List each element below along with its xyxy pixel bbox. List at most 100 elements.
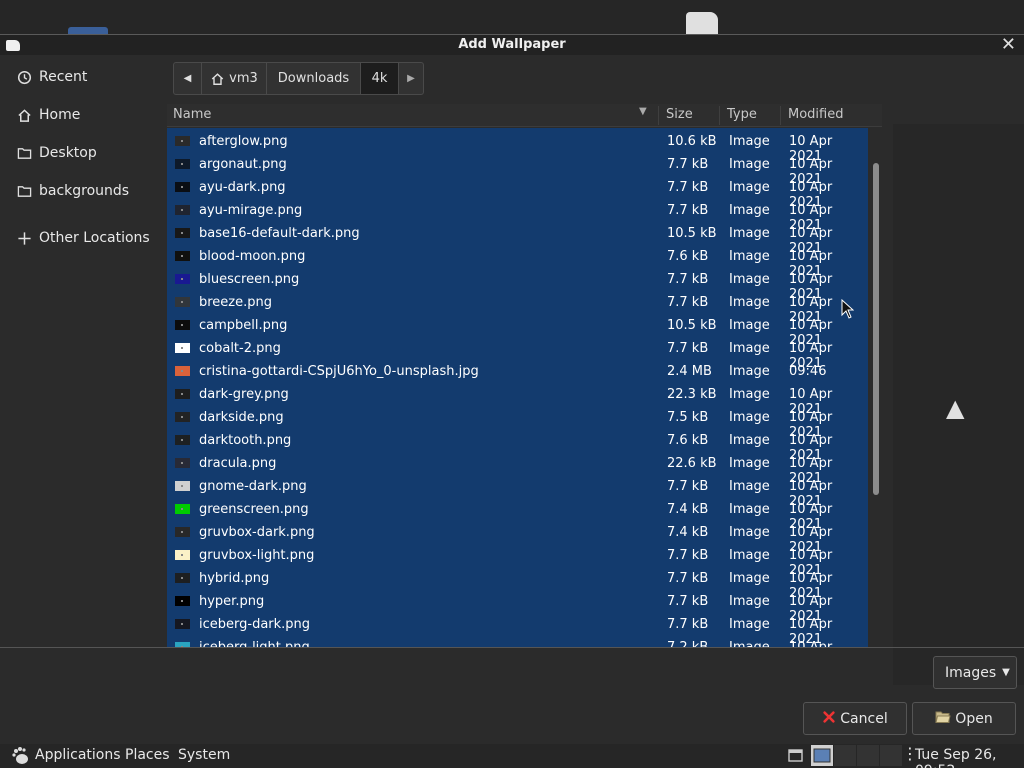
file-name: breeze.png	[199, 295, 273, 310]
path-back-button[interactable]: ◀	[174, 63, 202, 94]
image-thumbnail-icon	[175, 550, 190, 560]
sidebar-item-label: Other Locations	[39, 230, 150, 246]
file-size: 7.7 kB	[667, 157, 709, 172]
sidebar-item-recent[interactable]: Recent	[0, 62, 166, 92]
table-row[interactable]: bluescreen.png 7.7 kB Image 10 Apr 2021	[167, 268, 868, 302]
file-type: Image	[729, 134, 770, 149]
image-thumbnail-icon	[175, 228, 190, 238]
path-segment-home[interactable]: vm3	[202, 63, 267, 94]
image-thumbnail-icon	[175, 297, 190, 307]
path-segment-downloads[interactable]: Downloads	[267, 63, 361, 94]
file-size: 10.6 kB	[667, 134, 717, 149]
image-thumbnail-icon	[175, 136, 190, 146]
file-type: Image	[729, 571, 770, 586]
path-segment-4k[interactable]: 4k	[361, 63, 399, 94]
file-type: Image	[729, 479, 770, 494]
window-list-icon[interactable]	[788, 749, 803, 766]
table-row[interactable]: gruvbox-light.png 7.7 kB Image 10 Apr 2021	[167, 544, 868, 578]
clock[interactable]: Tue Sep 26, 09:52	[915, 747, 1024, 768]
system-menu[interactable]: System	[178, 747, 230, 763]
file-name: hyper.png	[199, 594, 265, 609]
table-row[interactable]: dracula.png 22.6 kB Image 10 Apr 2021	[167, 452, 868, 486]
open-button[interactable]: Open	[912, 702, 1016, 735]
file-type: Image	[729, 456, 770, 471]
image-thumbnail-icon	[175, 619, 190, 629]
file-size: 10.5 kB	[667, 318, 717, 333]
sidebar-item-other-locations[interactable]: Other Locations	[0, 223, 166, 253]
column-header-name[interactable]: Name	[173, 107, 211, 122]
workspace-2[interactable]	[834, 745, 856, 766]
applications-menu[interactable]: Applications	[35, 747, 121, 763]
file-list[interactable]: afterglow.png 10.6 kB Image 10 Apr 2021 argo…	[167, 128, 868, 648]
sidebar-item-backgrounds[interactable]: backgrounds	[0, 176, 166, 206]
column-header-type[interactable]: Type	[727, 107, 757, 122]
cancel-icon	[822, 710, 836, 728]
column-header-modified[interactable]: Modified	[788, 107, 843, 122]
workspace-3[interactable]	[857, 745, 879, 766]
file-size: 7.7 kB	[667, 203, 709, 218]
file-type: Image	[729, 157, 770, 172]
file-name: gruvbox-light.png	[199, 548, 315, 563]
sort-down-icon[interactable]: ▼	[639, 106, 647, 117]
places-menu[interactable]: Places	[125, 747, 170, 763]
file-type: Image	[729, 226, 770, 241]
file-size: 7.7 kB	[667, 180, 709, 195]
table-row[interactable]: hyper.png 7.7 kB Image 10 Apr 2021	[167, 590, 868, 624]
chevron-down-icon: ▼	[1002, 667, 1010, 678]
image-thumbnail-icon	[175, 481, 190, 491]
path-bar: ◀ vm3 Downloads 4k ▶	[173, 62, 424, 95]
path-segment-label: vm3	[229, 71, 258, 86]
file-name: bluescreen.png	[199, 272, 300, 287]
table-row[interactable]: blood-moon.png 7.6 kB Image 10 Apr 2021	[167, 245, 868, 279]
file-size: 7.6 kB	[667, 433, 709, 448]
arch-logo-icon: ▲	[946, 394, 965, 422]
image-thumbnail-icon	[175, 205, 190, 215]
table-row[interactable]: ayu-dark.png 7.7 kB Image 10 Apr 2021	[167, 176, 868, 210]
table-row[interactable]: campbell.png 10.5 kB Image 10 Apr 2021	[167, 314, 868, 348]
desktop-background	[0, 0, 1024, 34]
filter-selected-label: Images	[945, 664, 997, 681]
image-thumbnail-icon	[175, 251, 190, 261]
table-row[interactable]: cristina-gottardi-CSpjU6hYo_0-unsplash.j…	[167, 360, 868, 383]
table-row[interactable]: darktooth.png 7.6 kB Image 10 Apr 2021	[167, 429, 868, 463]
file-type: Image	[729, 433, 770, 448]
table-row[interactable]: iceberg-dark.png 7.7 kB Image 10 Apr 2021	[167, 613, 868, 647]
image-thumbnail-icon	[175, 573, 190, 583]
scrollbar-thumb[interactable]	[873, 163, 879, 495]
table-row[interactable]: cobalt-2.png 7.7 kB Image 10 Apr 2021	[167, 337, 868, 371]
file-size: 10.5 kB	[667, 226, 717, 241]
chevron-left-icon: ◀	[183, 73, 192, 84]
table-row[interactable]: breeze.png 7.7 kB Image 10 Apr 2021	[167, 291, 868, 325]
file-type: Image	[729, 617, 770, 632]
folder-icon	[16, 145, 32, 161]
table-row[interactable]: dark-grey.png 22.3 kB Image 10 Apr 2021	[167, 383, 868, 417]
file-name: gnome-dark.png	[199, 479, 307, 494]
table-row[interactable]: darkside.png 7.5 kB Image 10 Apr 2021	[167, 406, 868, 440]
file-size: 7.7 kB	[667, 272, 709, 287]
path-forward-button[interactable]: ▶	[399, 63, 423, 94]
workspace-4[interactable]	[880, 745, 902, 766]
file-size: 7.7 kB	[667, 341, 709, 356]
image-thumbnail-icon	[175, 159, 190, 169]
file-size: 7.7 kB	[667, 594, 709, 609]
cancel-button[interactable]: Cancel	[803, 702, 907, 735]
table-row[interactable]: hybrid.png 7.7 kB Image 10 Apr 2021	[167, 567, 868, 601]
file-size: 7.7 kB	[667, 479, 709, 494]
table-row[interactable]: greenscreen.png 7.4 kB Image 10 Apr 2021	[167, 498, 868, 532]
file-type-filter[interactable]: Images ▼	[933, 656, 1017, 689]
close-icon[interactable]: ✕	[1001, 35, 1016, 55]
file-size: 7.4 kB	[667, 525, 709, 540]
table-row[interactable]: gnome-dark.png 7.7 kB Image 10 Apr 2021	[167, 475, 868, 509]
divider	[0, 647, 1024, 648]
table-row[interactable]: gruvbox-dark.png 7.4 kB Image 10 Apr 2021	[167, 521, 868, 555]
table-row[interactable]: ayu-mirage.png 7.7 kB Image 10 Apr 2021	[167, 199, 868, 233]
table-row[interactable]: afterglow.png 10.6 kB Image 10 Apr 2021	[167, 130, 868, 164]
table-row[interactable]: argonaut.png 7.7 kB Image 10 Apr 2021	[167, 153, 868, 187]
sidebar-item-label: Home	[39, 107, 81, 123]
sidebar-item-home[interactable]: Home	[0, 100, 166, 130]
image-thumbnail-icon	[175, 343, 190, 353]
workspace-1[interactable]	[811, 745, 833, 766]
sidebar-item-desktop[interactable]: Desktop	[0, 138, 166, 168]
column-header-size[interactable]: Size	[666, 107, 693, 122]
table-row[interactable]: base16-default-dark.png 10.5 kB Image 10 Ap…	[167, 222, 868, 256]
